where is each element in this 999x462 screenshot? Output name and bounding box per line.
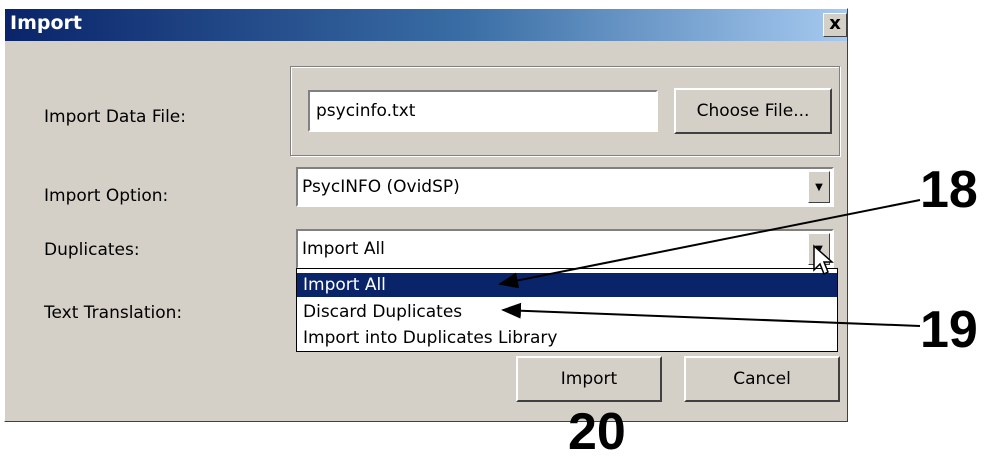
callout-19: 19 bbox=[920, 301, 978, 359]
callout-18: 18 bbox=[920, 161, 978, 219]
arrow-19 bbox=[501, 302, 921, 327]
callout-arrows bbox=[498, 199, 921, 327]
arrow-18 bbox=[498, 199, 921, 289]
callout-20: 20 bbox=[568, 403, 626, 461]
